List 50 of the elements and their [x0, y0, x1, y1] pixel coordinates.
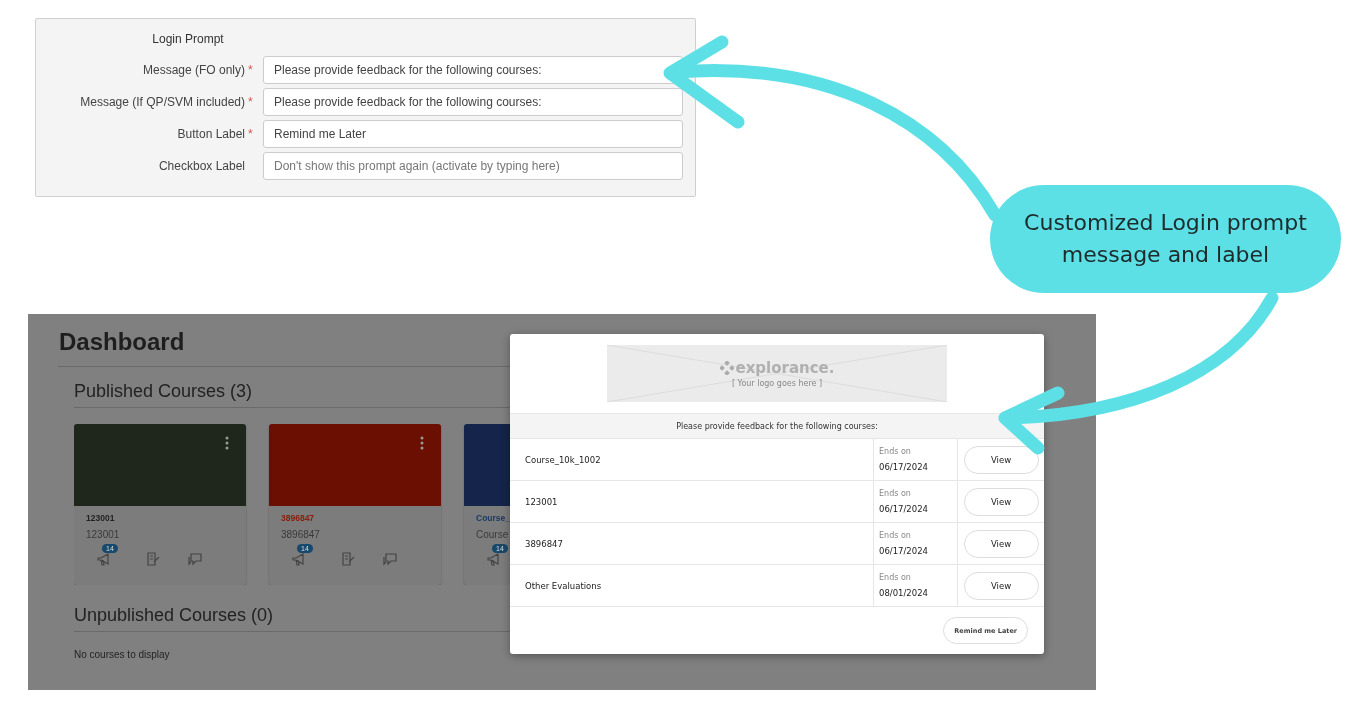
megaphone-icon[interactable]: [291, 553, 306, 566]
card-title[interactable]: 123001: [86, 513, 246, 523]
section-heading: Published Courses (3): [74, 381, 254, 402]
logo-text: explorance.: [735, 359, 835, 377]
course-name: 3896847: [525, 538, 563, 549]
text-field[interactable]: Don't show this prompt again (activate by typing here): [263, 152, 683, 180]
empty-message: No courses to display: [74, 649, 171, 660]
more-icon[interactable]: [225, 436, 229, 450]
end-date: 08/01/2024: [879, 588, 929, 598]
end-date: 06/17/2024: [879, 462, 929, 472]
edit-document-icon[interactable]: [340, 552, 355, 566]
course-name: Other Evaluations: [525, 580, 602, 591]
dialog-message: Please provide feedback for the following courses:: [510, 413, 1044, 439]
card-subtitle: 123001: [86, 529, 121, 540]
text-field[interactable]: Please provide feedback for the following courses:: [263, 56, 683, 84]
logo-icon: [719, 361, 734, 375]
required-mark: *: [248, 95, 254, 109]
field-label: Message (If QP/SVM included): [79, 95, 245, 109]
panel-title: Login Prompt: [151, 32, 224, 46]
callout-bubble: Customized Login prompt message and label: [990, 185, 1341, 293]
text-field[interactable]: Remind me Later: [263, 120, 683, 148]
ends-label: Ends on: [879, 573, 912, 582]
megaphone-icon[interactable]: [96, 553, 111, 566]
ends-label: Ends on: [879, 489, 912, 498]
card-subtitle: 3896847: [281, 529, 321, 540]
card-subtitle: Course: [476, 529, 510, 540]
megaphone-icon[interactable]: [486, 553, 501, 566]
more-icon[interactable]: [420, 436, 424, 450]
edit-document-icon[interactable]: [145, 552, 160, 566]
section-heading: Unpublished Courses (0): [74, 605, 275, 626]
ends-label: Ends on: [879, 531, 912, 540]
required-mark: *: [248, 63, 254, 77]
dashboard-title: Dashboard: [59, 328, 186, 356]
view-button[interactable]: View: [963, 487, 1039, 516]
view-button[interactable]: View: [963, 571, 1039, 600]
text-field[interactable]: Please provide feedback for the following courses:: [263, 88, 683, 116]
end-date: 06/17/2024: [879, 546, 929, 556]
chat-icon[interactable]: [382, 553, 397, 566]
view-button[interactable]: View: [963, 529, 1039, 558]
end-date: 06/17/2024: [879, 504, 929, 514]
field-label: Button Label: [176, 127, 245, 141]
field-label: Message (FO only): [141, 63, 245, 77]
course-name: 123001: [525, 496, 558, 507]
course-name: Course_10k_1002: [525, 454, 601, 465]
logo-caption: [ Your logo goes here ]: [731, 379, 823, 388]
required-mark: *: [248, 127, 254, 141]
view-button[interactable]: View: [963, 445, 1039, 474]
chat-icon[interactable]: [187, 553, 202, 566]
ends-label: Ends on: [879, 447, 912, 456]
field-label: Checkbox Label: [157, 159, 245, 173]
